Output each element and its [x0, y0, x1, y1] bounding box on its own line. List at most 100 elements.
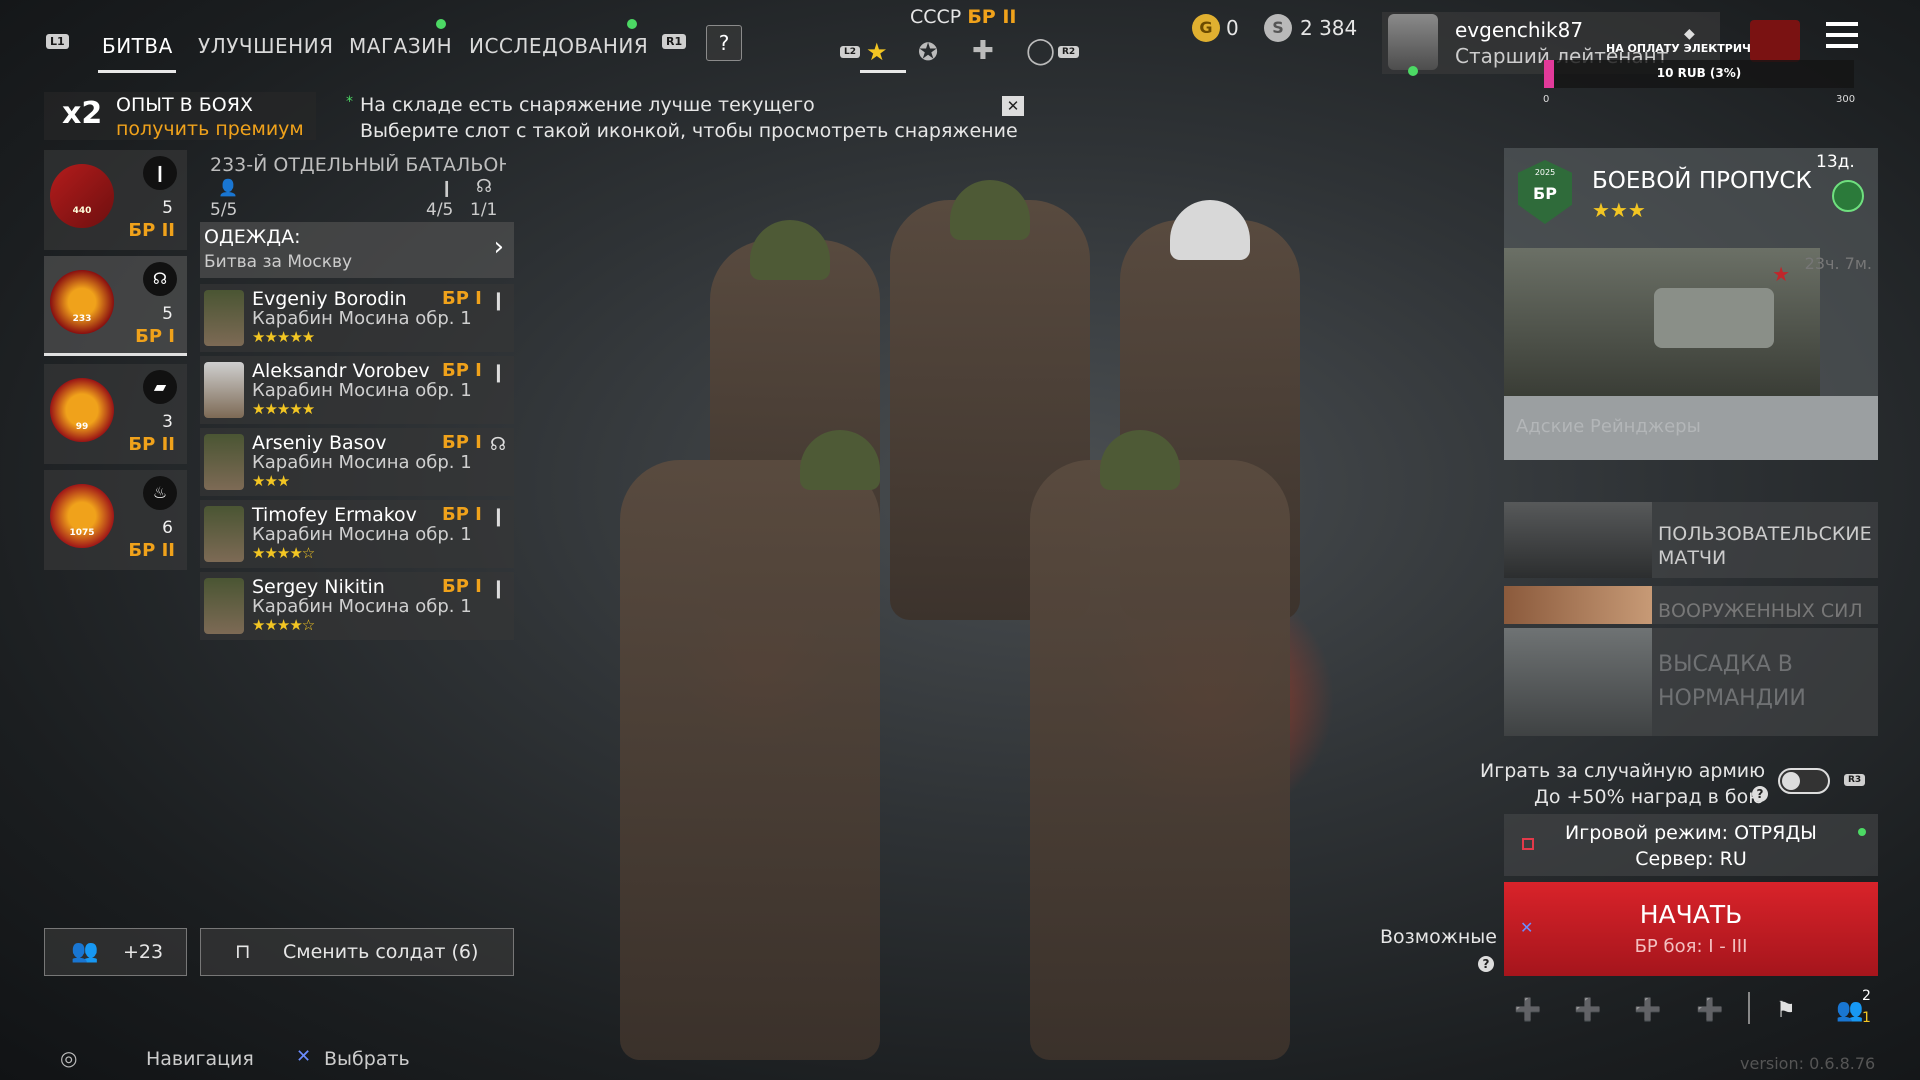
refresh-icon[interactable]: [1832, 180, 1864, 212]
tab-research[interactable]: ИССЛЕДОВАНИЯ: [469, 34, 648, 58]
tank-image: [1654, 288, 1774, 348]
random-army-bonus: До +50% наград в бою: [1534, 786, 1765, 808]
battalion-name: 233-Й ОТДЕЛЬНЫЙ БАТАЛЬОН: [210, 154, 506, 176]
army-filter-underline: [860, 70, 906, 73]
battle-pass-stars: ★★★: [1592, 198, 1646, 222]
rifle-class-icon: ❙: [490, 290, 506, 311]
soldiers-scene: [560, 160, 1380, 1080]
armed-forces-label: ВООРУЖЕННЫХ СИЛ: [1658, 600, 1863, 622]
online-status-dot: [1408, 66, 1418, 76]
outfit-label: ОДЕЖДА:: [204, 226, 301, 248]
r2-key-hint: R2: [1058, 46, 1080, 58]
squad-card-selected[interactable]: 233 ☊ 5 БР I: [44, 256, 187, 356]
main-menu-icon[interactable]: [1826, 22, 1858, 52]
soldier-rank: БР I: [442, 360, 482, 381]
research-notification-dot: [627, 19, 637, 29]
armed-forces-tile[interactable]: ВООРУЖЕННЫХ СИЛ: [1504, 586, 1878, 624]
close-notice-icon[interactable]: ✕: [1002, 96, 1024, 116]
event-banner-image: ★: [1504, 248, 1820, 396]
notice-line2: Выберите слот с такой иконкой, чтобы про…: [360, 120, 1018, 142]
squad-emblem-number: 1075: [69, 528, 95, 538]
squad-card[interactable]: 99 ▰ 3 БР II: [44, 364, 187, 464]
game-mode-label: Игровой режим: ОТРЯДЫ: [1565, 822, 1817, 844]
army-title: СССР БР II: [910, 6, 1016, 28]
question-icon[interactable]: ?: [1752, 786, 1768, 802]
rifle-class-icon: ❙: [490, 362, 506, 383]
soldier-rank: БР I: [442, 288, 482, 309]
maps-question-icon[interactable]: ?: [1478, 956, 1494, 972]
start-label: НАЧАТЬ: [1639, 900, 1743, 929]
army-filter-cross-icon[interactable]: ✚: [972, 36, 994, 66]
change-soldiers-label: Сменить солдат (6): [283, 941, 479, 963]
add-friend-icon[interactable]: ➕: [1574, 998, 1601, 1023]
l1-key-hint: L1: [46, 34, 69, 49]
soldier-rank: БР I: [442, 504, 482, 525]
rifle-class-icon: ❙: [490, 506, 506, 527]
help-button[interactable]: ?: [706, 25, 742, 61]
soldier-avatar: [204, 362, 244, 418]
soldier-stars: ★★★★☆: [252, 616, 315, 634]
squad-soldier-count: 6: [162, 518, 173, 538]
diamond-icon: ◆: [1684, 26, 1695, 42]
battle-pass-title: БОЕВОЙ ПРОПУСК: [1592, 168, 1812, 194]
soldier-figure: [620, 460, 880, 1060]
tab-upgrades[interactable]: УЛУЧШЕНИЯ: [198, 34, 334, 58]
normandy-tile[interactable]: ВЫСАДКА В НОРМАНДИИ: [1504, 628, 1878, 736]
soldier-row[interactable]: Sergey Nikitin Карабин Мосина обр. 1 ★★★…: [200, 572, 514, 640]
add-friend-icon[interactable]: ➕: [1514, 998, 1541, 1023]
reserve-button[interactable]: 👥 +23: [44, 928, 187, 976]
battle-pass-card[interactable]: 2025 БР БОЕВОЙ ПРОПУСК ★★★ 13д. ★ 23ч. 7…: [1504, 148, 1878, 460]
battalion-slots-b: 1/1: [470, 200, 498, 220]
battle-pass-badge-letters: БР: [1533, 184, 1557, 203]
tab-battle[interactable]: БИТВА: [102, 34, 173, 58]
chevron-right-icon: ›: [493, 232, 504, 262]
soldier-name: Evgeniy Borodin: [252, 288, 407, 310]
random-army-label: Играть за случайную армию: [1480, 760, 1766, 782]
army-filter-medal-icon[interactable]: ✪: [918, 38, 938, 66]
custom-matches-image: [1504, 502, 1652, 578]
trigger-key-icon: ⊓: [235, 939, 251, 963]
party-members-icon[interactable]: 👥: [1836, 998, 1863, 1023]
squad-emblem-icon: 1075: [50, 484, 114, 548]
tab-shop[interactable]: МАГАЗИН: [349, 34, 452, 58]
outfit-selector[interactable]: ОДЕЖДА: Битва за Москву ›: [200, 222, 514, 278]
change-soldiers-button[interactable]: ⊓ Сменить солдат (6): [200, 928, 514, 976]
get-premium-link[interactable]: получить премиум: [116, 118, 304, 140]
start-battle-button[interactable]: ✕ НАЧАТЬ БР боя: I - III: [1504, 882, 1878, 976]
soldier-stars: ★★★: [252, 472, 290, 490]
shop-notification-dot: [436, 19, 446, 29]
soldier-row[interactable]: Evgeniy Borodin Карабин Мосина обр. 1 ★★…: [200, 284, 514, 352]
premium-bonus-panel[interactable]: x2 ОПЫТ В БОЯХ получить премиум: [44, 92, 316, 140]
soldier-row[interactable]: Arseniy Basov Карабин Мосина обр. 1 ★★★ …: [200, 428, 514, 496]
soviet-star-icon: ★: [1772, 262, 1790, 286]
tab-active-underline: [98, 70, 176, 73]
armed-forces-image: [1504, 586, 1652, 624]
squad-card[interactable]: 1075 ♨ 6 БР II: [44, 470, 187, 570]
flamethrower-squad-icon: ♨: [143, 476, 177, 510]
army-name: СССР: [910, 6, 962, 28]
squad-rank: БР II: [128, 434, 175, 455]
silver-coin-icon: S: [1264, 14, 1292, 42]
soldier-count-icon: 👤: [218, 178, 238, 197]
squad-card[interactable]: 440 ❙ 5 БР II: [44, 150, 187, 250]
exp-bonus-title: ОПЫТ В БОЯХ: [116, 94, 253, 116]
soldier-name: Aleksandr Vorobev: [252, 360, 430, 382]
server-label: Сервер: RU: [1635, 848, 1747, 870]
army-filter-circle-icon[interactable]: ◯: [1026, 36, 1055, 66]
soldier-row[interactable]: Timofey Ermakov Карабин Мосина обр. 1 ★★…: [200, 500, 514, 568]
soldier-row[interactable]: Aleksandr Vorobev Карабин Мосина обр. 1 …: [200, 356, 514, 424]
l2-key-hint: L2: [840, 46, 860, 58]
custom-matches-tile[interactable]: ПОЛЬЗОВАТЕЛЬСКИЕ МАТЧИ: [1504, 502, 1878, 578]
add-friend-icon[interactable]: ➕: [1696, 998, 1723, 1023]
random-army-toggle[interactable]: [1778, 768, 1830, 794]
battle-pass-timer: 13д.: [1816, 152, 1855, 172]
flag-icon[interactable]: ⚑: [1776, 998, 1796, 1023]
username: evgenchik87: [1455, 18, 1584, 42]
custom-matches-label: ПОЛЬЗОВАТЕЛЬСКИЕ МАТЧИ: [1658, 523, 1872, 569]
event-name: Адские Рейнджеры: [1516, 416, 1701, 437]
game-mode-selector[interactable]: Игровой режим: ОТРЯДЫ Сервер: RU: [1504, 814, 1878, 876]
army-flag-icon[interactable]: [1750, 20, 1800, 62]
add-friend-icon[interactable]: ➕: [1634, 998, 1661, 1023]
soldier-figure: [1030, 460, 1290, 1060]
army-filter-star-icon[interactable]: ★: [866, 38, 888, 66]
